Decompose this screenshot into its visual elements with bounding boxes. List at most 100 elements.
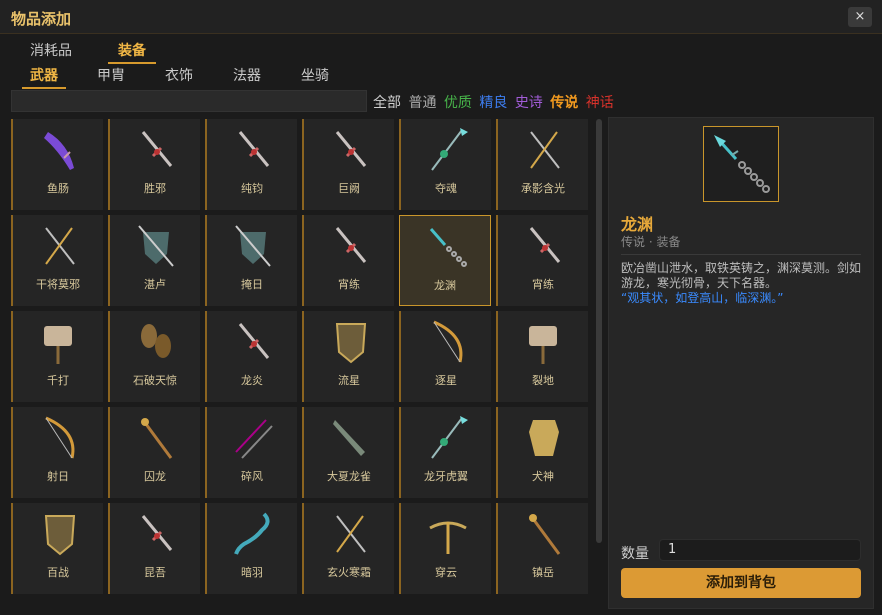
item-cell[interactable]: 巨阙 <box>302 119 394 210</box>
item-cell[interactable]: 承影含光 <box>496 119 588 210</box>
shield-sword-icon <box>235 225 271 267</box>
dagger-icon <box>44 132 74 170</box>
staff-icon <box>141 418 173 459</box>
window-title: 物品添加 <box>11 10 72 28</box>
quantity-input[interactable]: 1 <box>659 539 861 561</box>
item-label: 暗羽 <box>241 566 263 579</box>
mace-icon <box>141 324 171 358</box>
sword-icon <box>238 323 270 359</box>
item-cell[interactable]: 干将莫邪 <box>11 215 103 306</box>
item-cell[interactable]: 宵练 <box>302 215 394 306</box>
item-cell[interactable]: 逐星 <box>399 311 491 402</box>
filter-common[interactable]: 普通 <box>408 95 436 111</box>
item-label: 胜邪 <box>144 182 166 195</box>
armor-icon <box>529 420 559 456</box>
item-cell[interactable]: 鱼肠 <box>11 119 103 210</box>
sword-icon <box>529 227 561 263</box>
item-cell[interactable]: 纯钧 <box>205 119 297 210</box>
item-label: 纯钧 <box>241 182 263 195</box>
item-label: 穿云 <box>435 566 457 579</box>
item-label: 千打 <box>47 374 69 387</box>
item-label: 玄火寒霜 <box>327 566 371 579</box>
item-cell[interactable]: 宵练 <box>496 215 588 306</box>
item-label: 百战 <box>47 566 69 579</box>
item-cell[interactable]: 暗羽 <box>205 503 297 594</box>
search-input[interactable] <box>11 90 367 112</box>
item-label: 大夏龙雀 <box>327 470 371 483</box>
item-cell[interactable]: 大夏龙雀 <box>302 407 394 498</box>
item-grid: 鱼肠 胜邪 纯钧 巨阙 夺魂 承影含光 干将莫邪 湛卢 掩日 宵练 龙渊 宵练 千打 石破天惊 龙炎 流星 逐星… <box>11 119 597 615</box>
tab-equipment[interactable]: 装备 <box>108 40 156 64</box>
filter-superior[interactable]: 精良 <box>479 95 507 111</box>
item-cell[interactable]: 龙牙虎翼 <box>399 407 491 498</box>
bow-icon <box>433 320 463 363</box>
shield-icon <box>335 323 367 364</box>
item-cell[interactable]: 龙渊 <box>399 215 491 306</box>
item-cell[interactable]: 胜邪 <box>108 119 200 210</box>
item-label: 龙炎 <box>241 374 263 387</box>
item-label: 裂地 <box>532 374 554 387</box>
item-cell[interactable]: 穿云 <box>399 503 491 594</box>
item-label: 湛卢 <box>144 278 166 291</box>
add-to-bag-button[interactable]: 添加到背包 <box>621 568 861 598</box>
bow-icon <box>45 416 75 459</box>
item-cell[interactable]: 玄火寒霜 <box>302 503 394 594</box>
item-cell[interactable]: 碎风 <box>205 407 297 498</box>
grid-scrollbar[interactable] <box>596 119 602 543</box>
item-cell[interactable]: 昆吾 <box>108 503 200 594</box>
twin-swords-icon <box>45 227 75 265</box>
item-cell[interactable]: 百战 <box>11 503 103 594</box>
item-label: 石破天惊 <box>133 374 177 387</box>
item-label: 逐星 <box>435 374 457 387</box>
quantity-label: 数量 <box>621 546 649 562</box>
item-label: 镇岳 <box>532 566 554 579</box>
filter-legendary[interactable]: 传说 <box>550 95 578 111</box>
item-cell[interactable]: 裂地 <box>496 311 588 402</box>
filter-fine[interactable]: 优质 <box>444 95 472 111</box>
item-cell[interactable]: 千打 <box>11 311 103 402</box>
tab-weapons[interactable]: 武器 <box>22 65 66 89</box>
description-text: 欧冶凿山泄水，取铁英铸之，渊深莫测。剑如游龙，寒光彻骨，天下名器。 <box>621 261 862 290</box>
chain-spear-icon <box>714 135 770 193</box>
item-label: 流星 <box>338 374 360 387</box>
sword-icon <box>238 131 270 167</box>
tab-mounts[interactable]: 坐骑 <box>301 65 329 85</box>
shield-icon <box>44 515 76 556</box>
item-label: 鱼肠 <box>47 182 69 195</box>
sword-icon <box>141 131 173 167</box>
item-label: 干将莫邪 <box>36 278 80 291</box>
item-cell[interactable]: 湛卢 <box>108 215 200 306</box>
item-cell[interactable]: 流星 <box>302 311 394 402</box>
filter-mythic[interactable]: 神话 <box>586 95 614 111</box>
tab-consumables[interactable]: 消耗品 <box>30 40 72 60</box>
item-cell[interactable]: 夺魂 <box>399 119 491 210</box>
item-cell[interactable]: 石破天惊 <box>108 311 200 402</box>
item-label: 承影含光 <box>521 182 565 195</box>
divider <box>621 254 861 255</box>
item-cell[interactable]: 犬神 <box>496 407 588 498</box>
tab-clothing[interactable]: 衣饰 <box>165 65 193 85</box>
item-label: 宵练 <box>338 278 360 291</box>
twin-swords-icon <box>530 131 560 169</box>
item-cell[interactable]: 龙炎 <box>205 311 297 402</box>
item-cell[interactable]: 镇岳 <box>496 503 588 594</box>
close-button[interactable]: × <box>848 7 872 27</box>
item-cell[interactable]: 囚龙 <box>108 407 200 498</box>
sword-icon <box>335 131 367 167</box>
tab-armor[interactable]: 甲胄 <box>97 65 125 85</box>
hammer-icon <box>44 326 72 364</box>
item-name: 龙渊 <box>621 215 654 234</box>
filter-all[interactable]: 全部 <box>373 95 401 111</box>
spear-icon <box>431 128 468 171</box>
item-label: 昆吾 <box>144 566 166 579</box>
filter-epic[interactable]: 史诗 <box>515 95 543 111</box>
item-label: 犬神 <box>532 470 554 483</box>
item-label: 夺魂 <box>435 182 457 195</box>
item-label: 囚龙 <box>144 470 166 483</box>
sword-icon <box>141 515 173 551</box>
item-cell[interactable]: 射日 <box>11 407 103 498</box>
item-cell[interactable]: 掩日 <box>205 215 297 306</box>
shield-sword-icon <box>138 225 174 267</box>
tab-artifacts[interactable]: 法器 <box>233 65 261 85</box>
item-label: 碎风 <box>241 470 263 483</box>
